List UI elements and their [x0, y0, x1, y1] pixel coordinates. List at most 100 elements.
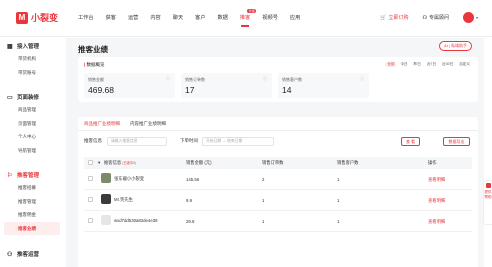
row-checkbox[interactable] [88, 197, 93, 202]
col-orders: 销售订单数 [262, 160, 284, 165]
help-icon [485, 183, 491, 188]
range-all[interactable]: 全部 [385, 62, 397, 67]
sidebar-item-account[interactable]: 带货账号 [18, 66, 62, 80]
sidebar-group-label: 推客运营 [17, 252, 40, 258]
col-promoter: 推客信息 (已选中0) [104, 160, 136, 166]
sidebar-group-title[interactable]: ▦ 接入管理 [7, 42, 62, 51]
metric-value: 469.68 [88, 85, 114, 95]
nav-chat[interactable]: 聊天 [173, 14, 183, 21]
sort-icon[interactable]: ▾ [98, 160, 100, 166]
col-promoter-label: 推客信息 [104, 160, 122, 165]
user-share-icon: ⚐ [7, 172, 13, 179]
sidebar-item-manage[interactable]: 推客管理 [18, 195, 62, 209]
sidebar-item-navigation[interactable]: 导航管理 [18, 144, 62, 158]
title-mark: | [84, 62, 86, 67]
sidebar-group-decor: ▭ 页面装修 商品管理 页面管理 个人中心 导航管理 [0, 93, 62, 157]
order-link[interactable]: 🛒 立即订购 [380, 14, 409, 22]
date-separator: → [222, 139, 227, 143]
sidebar-item-pages[interactable]: 页面管理 [18, 117, 62, 131]
info-icon[interactable]: ⓘ [360, 76, 364, 82]
help-label: 提供帮助 [484, 190, 492, 199]
grid-icon: ▦ [7, 43, 13, 50]
range-today[interactable]: 今日 [398, 62, 409, 67]
range-7d[interactable]: 近7日 [425, 62, 438, 67]
view-detail-link[interactable]: 查看明细 [428, 198, 445, 204]
select-all-checkbox[interactable] [88, 160, 93, 165]
sidebar-group-title[interactable]: ▭ 页面装修 [7, 93, 62, 102]
promoter-name: 张东疆小小裂变 [114, 176, 145, 181]
chevron-down-icon[interactable]: ▾ [476, 15, 478, 20]
sidebar-item-commission[interactable]: 推客佣金 [18, 208, 62, 222]
nav-apps[interactable]: 应用 [290, 14, 300, 21]
sidebar-item-org[interactable]: 带货机构 [18, 52, 62, 66]
sidebar-group-promoter: ⚐ 推客管理 推客招募 推客管理 推客佣金 推客业绩 [0, 171, 62, 235]
app-logo[interactable]: M 小裂变 [16, 11, 58, 24]
detail-panel: 商品推广业绩明细 内容推广业绩明细 推客信息 请输入推客信息 下单时间 开始日期… [78, 117, 478, 267]
metric-sales-amount: 销售金额 ⓘ 469.68 [84, 73, 175, 98]
customers-cell: 1 [337, 198, 340, 203]
overview-title: | 数据概览 [84, 62, 105, 68]
metric-value: 17 [185, 85, 195, 95]
search-button[interactable]: 查 看 [401, 137, 420, 146]
col-action: 操作 [428, 160, 437, 165]
amount-cell: 145.56 [186, 177, 200, 182]
avatar [101, 194, 111, 204]
top-right-actions: 🛒 立即订购 ☊ 专属顾问 ▾ [366, 12, 478, 23]
sidebar-group-ops: ⚇ 推客运营 [0, 250, 62, 259]
user-avatar[interactable] [462, 12, 474, 23]
nav-content[interactable]: 内容 [150, 14, 160, 21]
sidebar-item-performance[interactable]: 推客业绩 [18, 222, 62, 236]
sidebar-group-title[interactable]: ⚐ 推客管理 [7, 171, 62, 180]
nav-acquire[interactable]: 获客 [106, 14, 116, 21]
export-button[interactable]: 数据导出 [443, 137, 470, 146]
order-label: 立即订购 [388, 15, 409, 21]
sidebar-item-goods[interactable]: 商品管理 [18, 103, 62, 117]
table-row: Mr.笑先生 9.9 1 1 查看明细 [84, 190, 472, 211]
sidebar-item-recruit[interactable]: 推客招募 [18, 181, 62, 195]
date-range-input[interactable]: 开始日期 → 结束日期 [202, 137, 274, 146]
range-30d[interactable]: 近30日 [440, 62, 455, 67]
info-icon[interactable]: ⓘ [263, 76, 267, 82]
sidebar-item-profile[interactable]: 个人中心 [18, 130, 62, 144]
metric-value: 14 [282, 85, 292, 95]
col-amount: 销售金额 (元) [186, 160, 212, 165]
help-float-button[interactable]: 提供帮助 [483, 180, 492, 225]
sidebar-group-title[interactable]: ⚇ 推客运营 [7, 250, 62, 259]
metric-order-count: 销售订单数 ⓘ 17 [181, 73, 272, 98]
nav-video[interactable]: 视频号 [262, 14, 278, 21]
orders-cell: 1 [262, 198, 265, 203]
nav-workbench[interactable]: 工作台 [78, 14, 94, 21]
row-checkbox[interactable] [88, 218, 93, 223]
amount-cell: 29.9 [186, 219, 195, 224]
page-title: 推客业绩 [78, 45, 108, 54]
sidebar-group-label: 推客管理 [17, 173, 40, 179]
nav-promoter[interactable]: 推客 升级 [240, 9, 257, 27]
advisor-link[interactable]: ☊ 专属顾问 [423, 14, 449, 22]
metric-label: 销售客户数 [282, 77, 302, 82]
orders-cell: 2 [262, 177, 265, 182]
nav-data[interactable]: 数据 [218, 14, 228, 21]
nav-customer[interactable]: 客户 [195, 14, 205, 21]
view-detail-link[interactable]: 查看明细 [428, 219, 445, 225]
end-date-placeholder: 结束日期 [227, 139, 243, 143]
page-icon: ▭ [7, 94, 13, 101]
sidebar-group-label: 接入管理 [17, 44, 40, 50]
tab-divider [78, 130, 478, 131]
range-yesterday[interactable]: 昨日 [412, 62, 423, 67]
info-icon[interactable]: ⓘ [166, 76, 170, 82]
metric-list: 销售金额 ⓘ 469.68 销售订单数 ⓘ 17 销售客户数 ⓘ 14 [84, 73, 369, 98]
ai-assistant-button[interactable]: AI | 私域助手 [438, 41, 472, 51]
overview-title-text: 数据概览 [86, 62, 105, 67]
overview-card: | 数据概览 全部 今日 昨日 近7日 近30日 自定义 销售金额 ⓘ 469.… [78, 57, 478, 102]
row-checkbox[interactable] [88, 176, 93, 181]
promoter-info-input[interactable]: 请输入推客信息 [107, 137, 167, 146]
table-row: 张东疆小小裂变 145.56 2 1 查看明细 [84, 169, 472, 190]
promoter-name: wxd7dd530a82de4e38 [114, 218, 158, 223]
view-detail-link[interactable]: 查看明细 [428, 177, 445, 183]
sidebar-group-label: 页面装修 [17, 95, 40, 101]
range-custom[interactable]: 自定义 [457, 62, 472, 67]
sidebar-group-access: ▦ 接入管理 带货机构 带货账号 [0, 42, 62, 79]
nav-operation[interactable]: 运营 [128, 14, 138, 21]
cart-icon: 🛒 [380, 14, 387, 21]
avatar [101, 173, 111, 183]
